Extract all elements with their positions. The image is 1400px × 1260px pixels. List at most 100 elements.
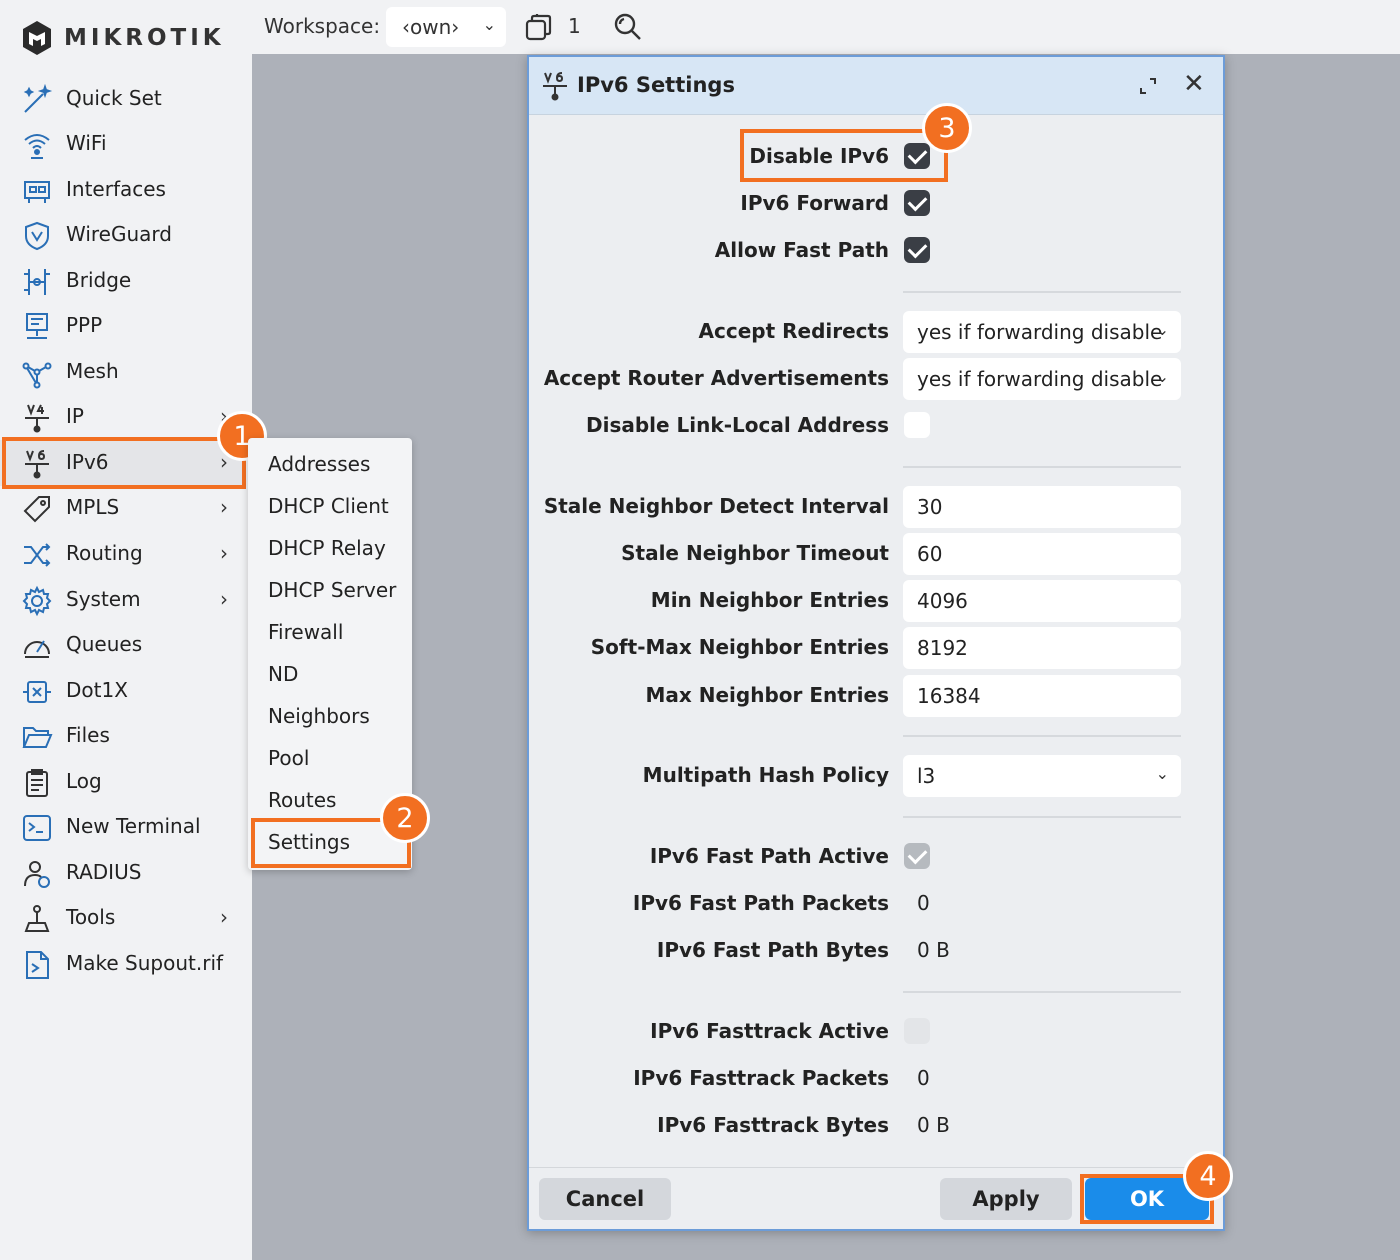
sidebar-item-label: Bridge (66, 268, 132, 292)
sidebar-item-queues[interactable]: Queues (0, 622, 246, 668)
shield-icon (20, 219, 54, 253)
select-value: yes if forwarding disable (917, 367, 1163, 391)
routing-icon (20, 538, 54, 572)
row-fast-path-active: IPv6 Fast Path Active (529, 835, 1223, 879)
chevron-right-icon: › (220, 587, 228, 611)
row-stale-detect-interval: Stale Neighbor Detect Interval 30 (529, 485, 1223, 529)
submenu-item-dhcp-client[interactable]: DHCP Client (268, 494, 389, 518)
sidebar-item-ppp[interactable]: PPP (0, 303, 246, 349)
search-icon[interactable] (612, 11, 644, 43)
dot1x-icon (20, 675, 54, 709)
accept-router-adv-select[interactable]: yes if forwarding disable ⌄ (903, 358, 1181, 400)
chevron-down-icon: ⌄ (1155, 764, 1169, 783)
submenu-item-pool[interactable]: Pool (268, 746, 309, 770)
allow-fast-path-checkbox[interactable] (904, 237, 930, 263)
submenu-item-routes[interactable]: Routes (268, 788, 336, 812)
chevron-right-icon: › (220, 541, 228, 565)
chevron-down-icon: ⌄ (1155, 320, 1169, 339)
chevron-right-icon: › (220, 495, 228, 519)
sidebar-item-ip[interactable]: IP › (0, 394, 246, 440)
sidebar-item-interfaces[interactable]: Interfaces (0, 167, 246, 213)
field-label: IPv6 Fast Path Bytes (656, 938, 889, 962)
submenu-item-dhcp-server[interactable]: DHCP Server (268, 578, 396, 602)
row-softmax-neighbor-entries: Soft-Max Neighbor Entries 8192 (529, 626, 1223, 670)
separator (903, 291, 1181, 293)
row-accept-router-advertisements: Accept Router Advertisements yes if forw… (529, 357, 1223, 401)
sidebar-item-bridge[interactable]: Bridge (0, 258, 246, 304)
dialog-header[interactable]: IPv6 Settings ✕ (529, 57, 1223, 115)
sidebar-item-label: System (66, 587, 141, 611)
field-label: IPv6 Fast Path Packets (632, 891, 889, 915)
sidebar-item-wireguard[interactable]: WireGuard (0, 212, 246, 258)
sidebar-item-files[interactable]: Files (0, 713, 246, 759)
bridge-icon (20, 265, 54, 299)
sidebar-item-new-terminal[interactable]: New Terminal (0, 804, 246, 850)
mikrotik-logo-icon (23, 21, 51, 55)
row-ipv6-forward: IPv6 Forward (529, 182, 1223, 226)
wifi-icon (20, 128, 54, 162)
submenu-item-firewall[interactable]: Firewall (268, 620, 343, 644)
terminal-icon (20, 811, 54, 845)
accept-redirects-select[interactable]: yes if forwarding disable ⌄ (903, 311, 1181, 353)
ipv6-forward-checkbox[interactable] (904, 190, 930, 216)
sidebar-item-log[interactable]: Log (0, 759, 246, 805)
row-accept-redirects: Accept Redirects yes if forwarding disab… (529, 310, 1223, 354)
submenu-item-dhcp-relay[interactable]: DHCP Relay (268, 536, 386, 560)
supout-icon (20, 948, 54, 982)
row-stale-timeout: Stale Neighbor Timeout 60 (529, 532, 1223, 576)
field-label: IPv6 Fast Path Active (649, 844, 889, 868)
sidebar-item-system[interactable]: System › (0, 577, 246, 623)
windows-icon[interactable] (524, 11, 556, 43)
input-value: 4096 (917, 589, 968, 613)
sidebar-item-routing[interactable]: Routing › (0, 531, 246, 577)
callout-badge-2: 2 (380, 793, 430, 843)
sidebar-item-wifi[interactable]: WiFi (0, 121, 246, 167)
sidebar-item-dot1x[interactable]: Dot1X (0, 668, 246, 714)
cancel-button[interactable]: Cancel (539, 1178, 671, 1220)
expand-icon[interactable] (1137, 75, 1159, 97)
field-label: Soft-Max Neighbor Entries (590, 635, 889, 659)
softmax-neighbor-entries-input[interactable]: 8192 (903, 627, 1181, 669)
close-icon[interactable]: ✕ (1183, 69, 1205, 99)
sidebar-item-label: Queues (66, 632, 143, 656)
wand-icon (20, 83, 54, 117)
disable-link-local-checkbox[interactable] (904, 412, 930, 438)
sidebar-item-label: Routing (66, 541, 143, 565)
fast-path-active-checkbox (904, 843, 930, 869)
apply-button[interactable]: Apply (940, 1178, 1072, 1220)
multipath-hash-policy-select[interactable]: l3 ⌄ (903, 755, 1181, 797)
workspace-select[interactable]: ‹own› ⌄ (386, 7, 506, 47)
sidebar-item-label: IP (66, 404, 84, 428)
sidebar-item-tools[interactable]: Tools › (0, 895, 246, 941)
select-value: l3 (917, 764, 936, 788)
separator (903, 816, 1181, 818)
ipv4-icon (20, 401, 54, 435)
stale-detect-interval-input[interactable]: 30 (903, 486, 1181, 528)
sidebar-item-label: PPP (66, 313, 103, 337)
sidebar-item-mesh[interactable]: Mesh (0, 349, 246, 395)
submenu-item-addresses[interactable]: Addresses (268, 452, 370, 476)
max-neighbor-entries-input[interactable]: 16384 (903, 675, 1181, 717)
mikrotik-logo: MIKROTIK (20, 18, 225, 58)
ipv6-settings-dialog: IPv6 Settings ✕ Disable IPv6 IPv6 Forwar… (527, 55, 1225, 1231)
select-value: yes if forwarding disable (917, 320, 1163, 344)
field-label: IPv6 Forward (740, 191, 889, 215)
submenu-item-neighbors[interactable]: Neighbors (268, 704, 370, 728)
min-neighbor-entries-input[interactable]: 4096 (903, 580, 1181, 622)
input-value: 16384 (917, 684, 981, 708)
submenu-item-nd[interactable]: ND (268, 662, 298, 686)
stale-timeout-input[interactable]: 60 (903, 533, 1181, 575)
row-min-neighbor-entries: Min Neighbor Entries 4096 (529, 579, 1223, 623)
field-label: Accept Redirects (698, 319, 889, 343)
sidebar-item-label: WiFi (66, 131, 107, 155)
sidebar-item-mpls[interactable]: MPLS › (0, 485, 246, 531)
sidebar-item-label: New Terminal (66, 814, 201, 838)
callout-badge-4: 4 (1183, 1151, 1233, 1201)
sidebar-item-radius[interactable]: RADIUS (0, 850, 246, 896)
readonly-value: 0 B (917, 938, 950, 962)
field-label: Max Neighbor Entries (645, 683, 889, 707)
sidebar-item-make-supout[interactable]: Make Supout.rif (0, 941, 246, 987)
field-label: Allow Fast Path (714, 238, 889, 262)
chevron-down-icon: ⌄ (1155, 367, 1169, 386)
sidebar-item-quick-set[interactable]: Quick Set (0, 76, 246, 122)
